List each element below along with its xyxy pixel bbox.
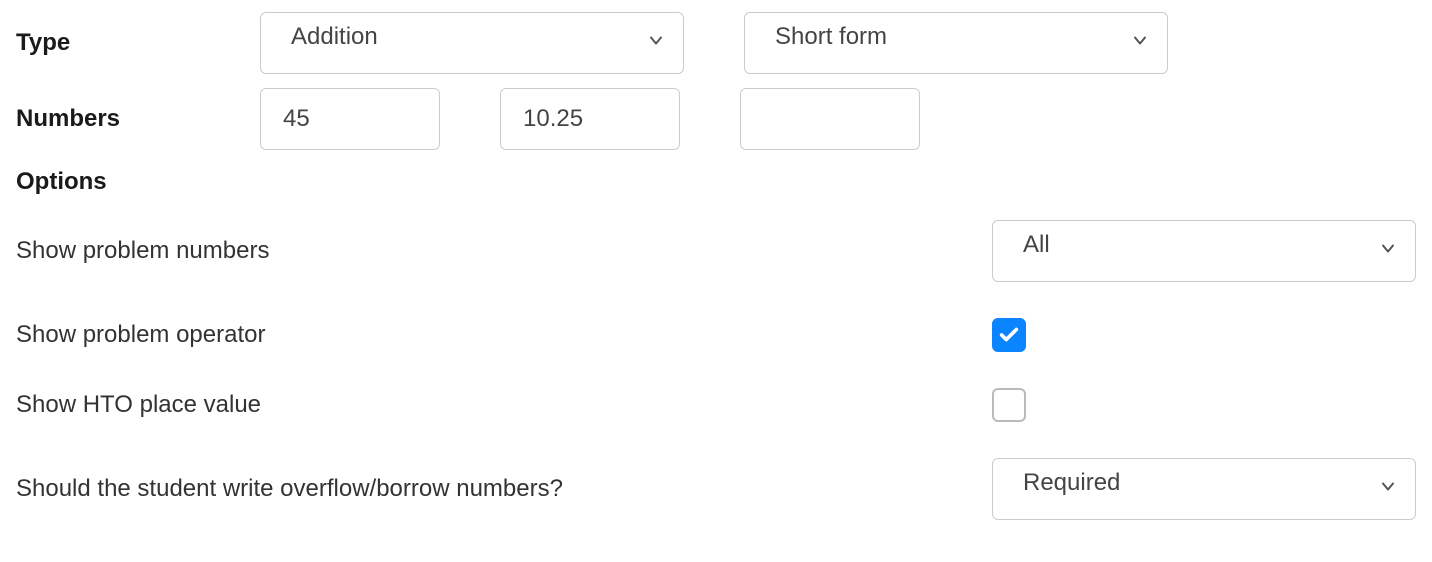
show-problem-numbers-label: Show problem numbers <box>16 237 269 265</box>
form-select[interactable]: Short form <box>744 12 1168 74</box>
option-row-overflow: Should the student write overflow/borrow… <box>16 458 1416 520</box>
operation-select-wrap: Addition <box>260 12 684 74</box>
type-label: Type <box>16 29 70 56</box>
show-hto-label: Show HTO place value <box>16 391 261 419</box>
row-type: Type Addition Short form <box>16 12 1416 74</box>
overflow-label: Should the student write overflow/borrow… <box>16 475 563 503</box>
show-problem-numbers-select[interactable]: All <box>992 220 1416 282</box>
form-select-wrap: Short form <box>744 12 1168 74</box>
show-problem-operator-checkbox[interactable] <box>992 318 1026 352</box>
overflow-select[interactable]: Required <box>992 458 1416 520</box>
number-input-1[interactable] <box>260 88 440 150</box>
show-problem-operator-label: Show problem operator <box>16 321 265 349</box>
options-heading: Options <box>16 168 1416 196</box>
number-input-3[interactable] <box>740 88 920 150</box>
option-row-show-problem-numbers: Show problem numbers All <box>16 220 1416 282</box>
option-row-show-hto: Show HTO place value <box>16 388 1416 422</box>
row-numbers: Numbers <box>16 88 1416 150</box>
option-row-show-problem-operator: Show problem operator <box>16 318 1416 352</box>
number-input-2[interactable] <box>500 88 680 150</box>
operation-select[interactable]: Addition <box>260 12 684 74</box>
numbers-label: Numbers <box>16 105 120 132</box>
show-hto-checkbox[interactable] <box>992 388 1026 422</box>
